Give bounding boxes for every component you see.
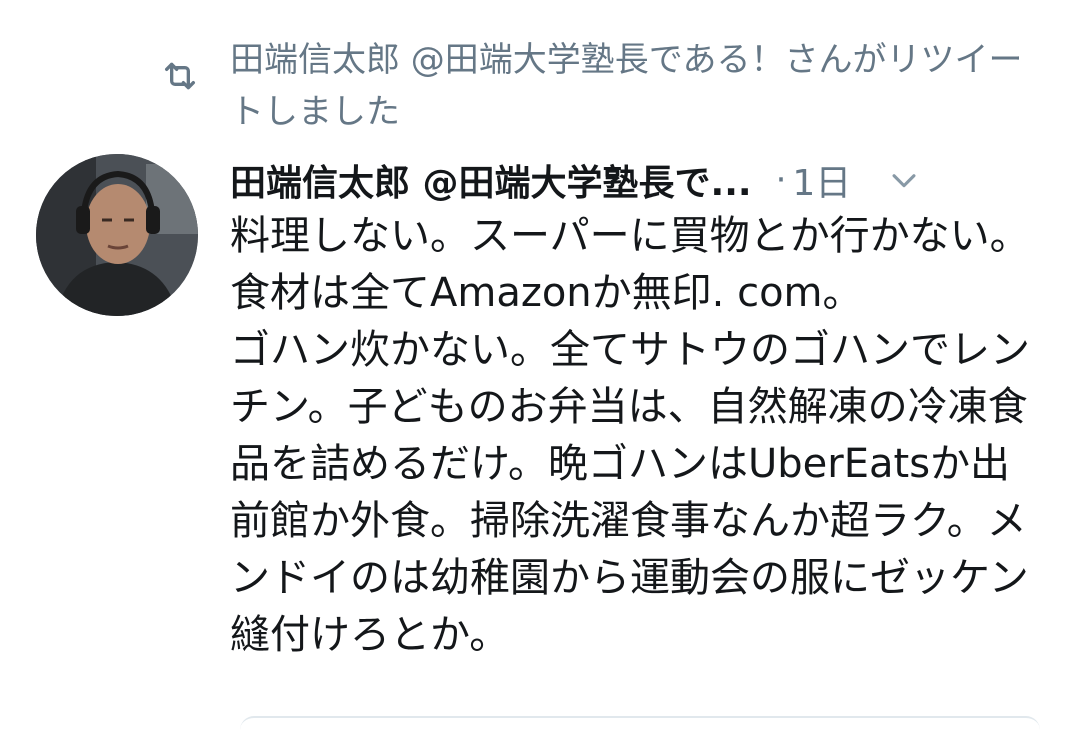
tweet-text: 料理しない。スーパーに買物とか行かない。食材は全てAmazonか無印. com。… — [230, 213, 1030, 658]
retweet-label[interactable]: 田端信太郎 @田端大学塾長である！さんがリツイートしました — [230, 34, 1030, 138]
author-name[interactable]: 田端信太郎 @田端大学塾長で... — [230, 154, 752, 206]
quoted-card-edge — [240, 716, 1040, 730]
avatar-photo — [36, 154, 198, 316]
retweet-icon — [165, 62, 195, 90]
avatar[interactable] — [36, 154, 198, 316]
timestamp[interactable]: 1日 — [792, 154, 851, 206]
chevron-down-icon[interactable] — [887, 163, 921, 197]
retweet-context[interactable]: 田端信太郎 @田端大学塾長である！さんがリツイートしました — [160, 34, 1040, 138]
separator: · — [775, 160, 787, 200]
tweet-header: 田端信太郎 @田端大学塾長で... · 1日 — [230, 150, 1050, 210]
